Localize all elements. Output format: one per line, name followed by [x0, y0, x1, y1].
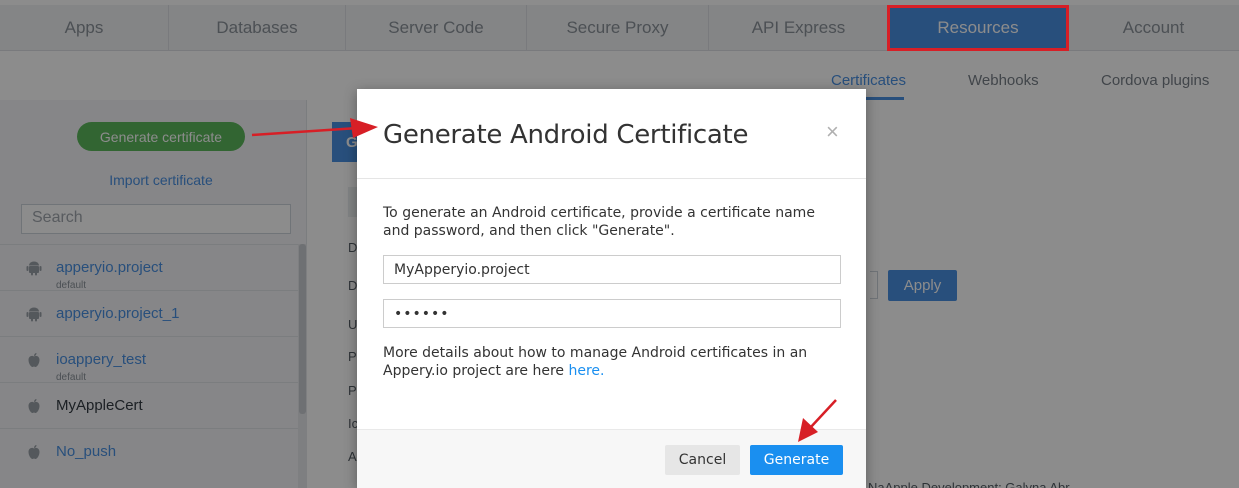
cancel-button[interactable]: Cancel — [665, 445, 740, 475]
close-icon[interactable]: × — [826, 119, 839, 145]
certificate-password-input[interactable]: •••••• — [383, 299, 841, 328]
dialog-footer: Cancel Generate — [357, 429, 866, 488]
more-details-link[interactable]: here. — [569, 363, 605, 379]
dialog-description: To generate an Android certificate, prov… — [383, 205, 815, 239]
generate-android-certificate-dialog: Generate Android Certificate × To genera… — [357, 89, 866, 488]
resources-annotation-box — [887, 5, 1069, 51]
dialog-header: Generate Android Certificate × — [357, 89, 866, 179]
certificate-name-input[interactable]: MyApperyio.project — [383, 255, 841, 284]
dialog-more-details: More details about how to manage Android… — [383, 344, 823, 380]
dialog-title: Generate Android Certificate — [383, 120, 749, 150]
generate-button[interactable]: Generate — [750, 445, 843, 475]
